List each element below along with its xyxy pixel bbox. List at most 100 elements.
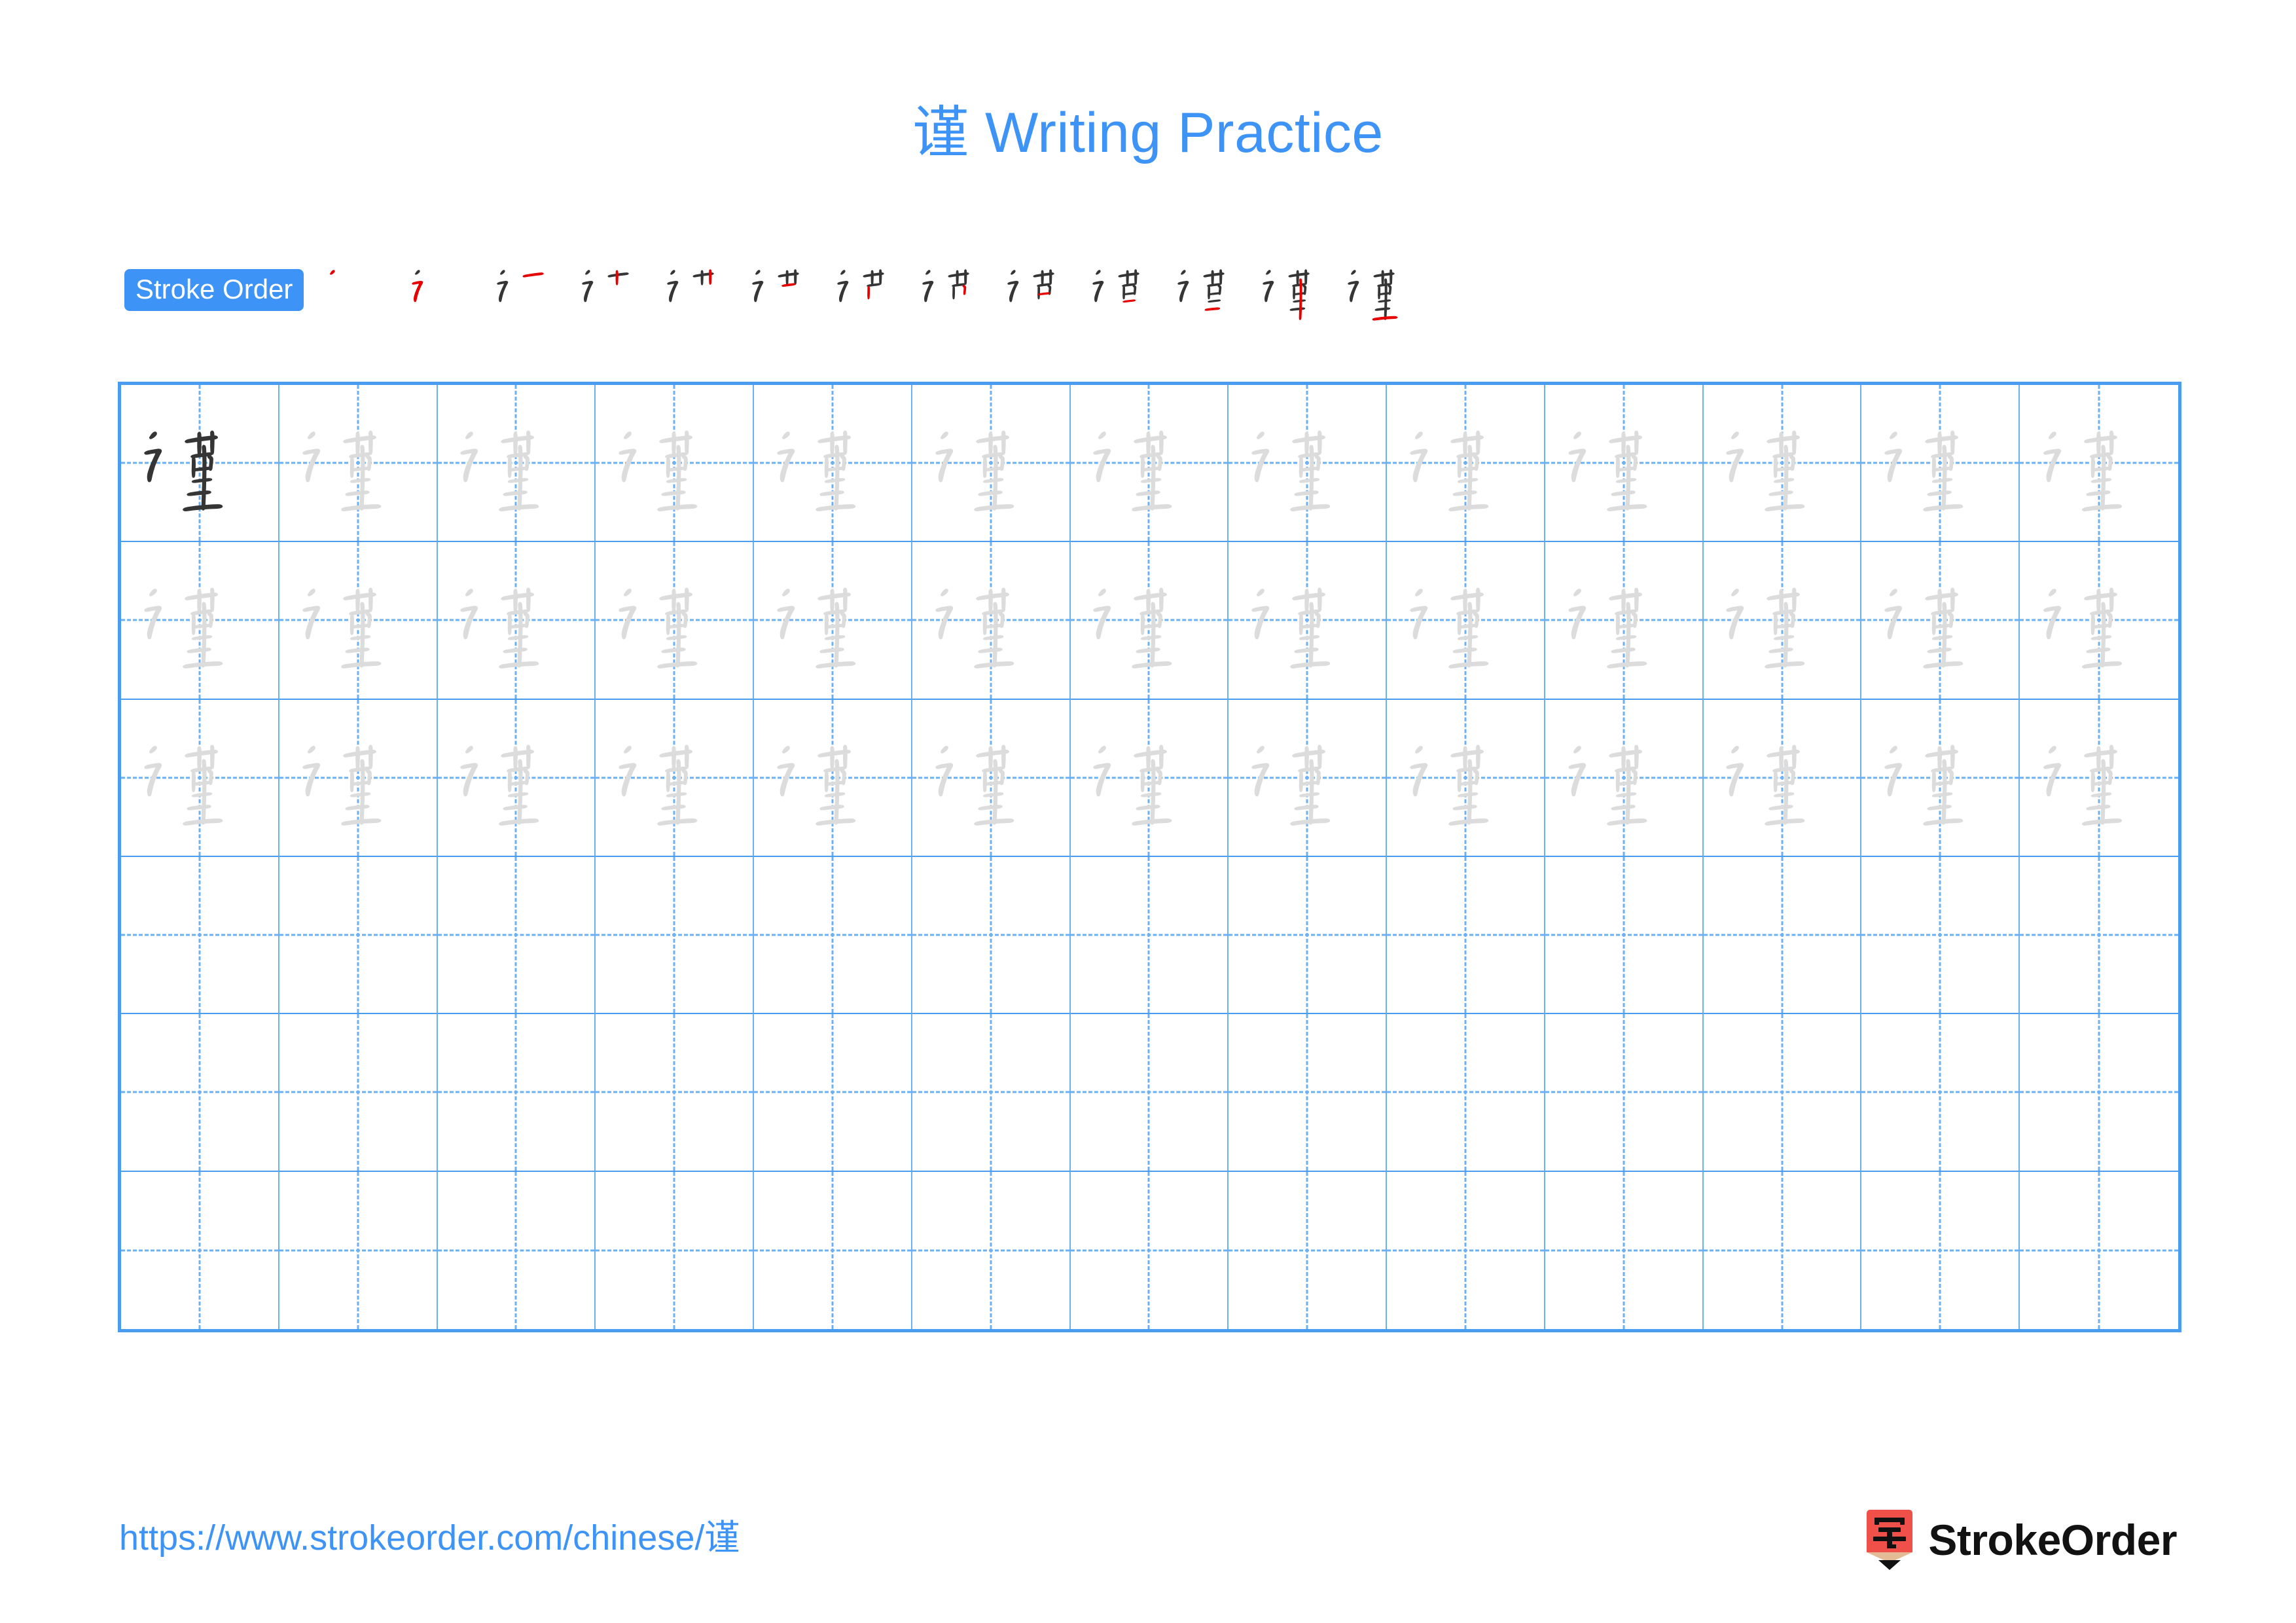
character-glyph (1884, 430, 1964, 511)
practice-cell-r6-c6[interactable] (912, 1171, 1071, 1329)
practice-cell-r4-c12[interactable] (1861, 856, 2020, 1015)
practice-cell-r3-c4[interactable] (596, 699, 755, 857)
practice-cell-r4-c13[interactable] (2020, 857, 2178, 1015)
practice-cell-r6-c9[interactable] (1387, 1171, 1545, 1329)
practice-cell-r5-c13[interactable] (2020, 1014, 2178, 1172)
trace-character (1071, 700, 1228, 856)
practice-cell-r1-c12[interactable] (1861, 385, 2020, 543)
practice-cell-r1-c2[interactable] (279, 385, 438, 543)
trace-character (1545, 385, 1702, 541)
footer-url[interactable]: https://www.strokeorder.com/chinese/谨 (119, 1520, 740, 1556)
practice-cell-r3-c2[interactable] (279, 699, 438, 857)
practice-cell-r1-c11[interactable] (1703, 385, 1862, 543)
practice-cell-r5-c10[interactable] (1545, 1014, 1704, 1172)
practice-cell-r2-c7[interactable] (1070, 542, 1229, 700)
practice-cell-r6-c11[interactable] (1704, 1171, 1862, 1329)
practice-cell-r5-c5[interactable] (754, 1014, 912, 1172)
practice-cell-r3-c5[interactable] (754, 699, 912, 857)
practice-cell-r1-c10[interactable] (1545, 385, 1704, 543)
practice-cell-r2-c3[interactable] (437, 542, 596, 700)
trace-character (438, 385, 595, 541)
practice-cell-r1-c13[interactable] (2020, 385, 2178, 543)
practice-cell-r3-c10[interactable] (1545, 699, 1704, 857)
practice-cell-r5-c4[interactable] (596, 1014, 755, 1172)
practice-cell-r1-c6[interactable] (912, 385, 1071, 543)
trace-character (1387, 385, 1544, 541)
practice-cell-r5-c7[interactable] (1070, 1014, 1229, 1172)
practice-cell-r4-c10[interactable] (1545, 856, 1704, 1015)
stroke-step-glyph (922, 269, 970, 302)
practice-cell-r1-c9[interactable] (1387, 385, 1545, 543)
practice-cell-r4-c9[interactable] (1387, 856, 1545, 1015)
practice-cell-r4-c5[interactable] (754, 856, 912, 1015)
character-glyph (619, 744, 698, 826)
trace-character (912, 542, 1069, 698)
practice-cell-r6-c13[interactable] (2020, 1172, 2178, 1329)
stroke-order-section: Stroke Order (124, 247, 2186, 333)
character-glyph (1884, 587, 1964, 668)
practice-cell-r4-c8[interactable] (1229, 856, 1388, 1015)
stroke-order-step-12 (1255, 247, 1340, 333)
practice-cell-r2-c8[interactable] (1229, 542, 1388, 700)
page-title: 谨 Writing Practice (912, 101, 1384, 164)
practice-cell-r3-c8[interactable] (1229, 699, 1388, 857)
practice-cell-r4-c1[interactable] (121, 856, 279, 1015)
practice-cell-r5-c9[interactable] (1387, 1014, 1545, 1172)
practice-cell-r6-c1[interactable] (121, 1171, 279, 1329)
practice-cell-r3-c7[interactable] (1070, 699, 1229, 857)
practice-cell-r1-c1[interactable] (121, 385, 279, 543)
practice-cell-r2-c1[interactable] (121, 542, 279, 700)
practice-cell-r1-c4[interactable] (596, 385, 755, 543)
practice-cell-r2-c5[interactable] (754, 542, 912, 700)
practice-cell-r6-c5[interactable] (754, 1171, 912, 1329)
practice-cell-r3-c11[interactable] (1703, 699, 1862, 857)
practice-cell-r5-c6[interactable] (912, 1014, 1071, 1172)
practice-cell-r2-c9[interactable] (1387, 542, 1545, 700)
practice-cell-r6-c4[interactable] (596, 1171, 755, 1329)
model-character (121, 385, 278, 541)
practice-cell-r1-c5[interactable] (754, 385, 912, 543)
practice-cell-r3-c3[interactable] (437, 699, 596, 857)
practice-cell-r6-c3[interactable] (438, 1171, 596, 1329)
practice-cell-r5-c2[interactable] (279, 1014, 438, 1172)
practice-cell-r5-c3[interactable] (437, 1014, 596, 1172)
practice-cell-r3-c1[interactable] (121, 699, 279, 857)
practice-cell-r3-c9[interactable] (1387, 699, 1545, 857)
practice-cell-r6-c10[interactable] (1545, 1171, 1704, 1329)
character-glyph (460, 744, 539, 826)
practice-cell-r2-c2[interactable] (279, 542, 438, 700)
practice-cell-r4-c11[interactable] (1703, 856, 1862, 1015)
practice-cell-r4-c4[interactable] (596, 856, 755, 1015)
practice-cell-r5-c12[interactable] (1861, 1014, 2020, 1172)
practice-cell-r5-c11[interactable] (1703, 1014, 1862, 1172)
practice-cell-r2-c6[interactable] (912, 542, 1071, 700)
practice-cell-r4-c2[interactable] (279, 856, 438, 1015)
practice-cell-r3-c13[interactable] (2020, 700, 2178, 857)
stroke-step-glyph (582, 270, 630, 302)
trace-character (1545, 700, 1702, 856)
practice-cell-r3-c6[interactable] (912, 699, 1071, 857)
practice-cell-r5-c1[interactable] (121, 1014, 279, 1172)
practice-cell-r4-c6[interactable] (912, 856, 1071, 1015)
practice-cell-r4-c7[interactable] (1070, 856, 1229, 1015)
practice-cell-r5-c8[interactable] (1229, 1014, 1388, 1172)
practice-cell-r1-c7[interactable] (1070, 385, 1229, 543)
practice-cell-r2-c4[interactable] (596, 542, 755, 700)
practice-cell-r2-c11[interactable] (1703, 542, 1862, 700)
practice-cell-r3-c12[interactable] (1861, 699, 2020, 857)
character-glyph (1568, 430, 1647, 511)
trace-character (2020, 385, 2178, 541)
practice-cell-r2-c13[interactable] (2020, 542, 2178, 700)
practice-cell-r6-c7[interactable] (1071, 1171, 1229, 1329)
practice-cell-r4-c3[interactable] (437, 856, 596, 1015)
practice-cell-r6-c2[interactable] (279, 1171, 438, 1329)
practice-cell-r1-c8[interactable] (1229, 385, 1388, 543)
practice-cell-r1-c3[interactable] (437, 385, 596, 543)
practice-cell-r6-c12[interactable] (1861, 1171, 2020, 1329)
practice-cell-r2-c10[interactable] (1545, 542, 1704, 700)
character-glyph (2043, 587, 2123, 668)
practice-cell-r2-c12[interactable] (1861, 542, 2020, 700)
stroke-step-glyph (330, 270, 336, 275)
practice-cell-r6-c8[interactable] (1229, 1171, 1388, 1329)
brand-name: StrokeOrder (1928, 1516, 2177, 1564)
